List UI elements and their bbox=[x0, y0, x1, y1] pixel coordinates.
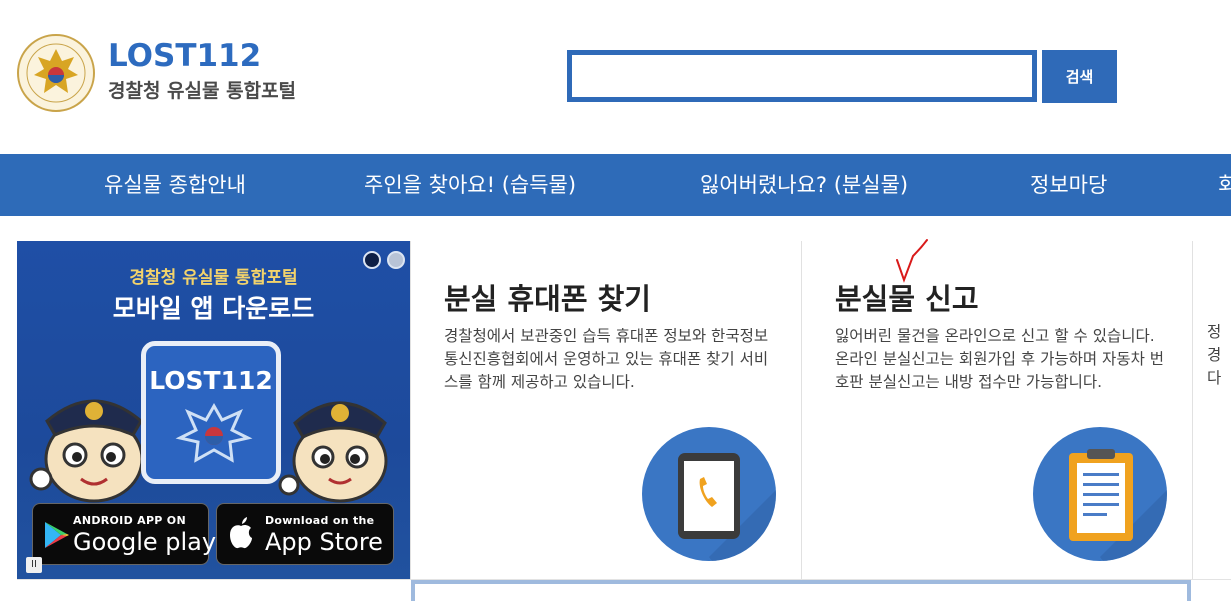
google-play-badge[interactable]: ANDROID APP ON Google play bbox=[32, 503, 216, 565]
card-partial-line: 다 bbox=[1207, 369, 1222, 387]
card-partial-line: 경 bbox=[1207, 346, 1222, 364]
clipboard-icon[interactable] bbox=[1033, 427, 1167, 561]
card-description: 잃어버린 물건을 온라인으로 신고 할 수 있습니다. 온라인 분실신고는 회원… bbox=[835, 327, 1165, 391]
card-partial-text: 정 경 다 bbox=[1207, 321, 1221, 390]
main-nav: 유실물 종합안내 주인을 찾아요! (습득물) 잃어버렸나요? (분실물) 정보… bbox=[0, 154, 1231, 216]
eagle-emblem-icon bbox=[175, 402, 253, 463]
app-store-badge[interactable]: Download on the App Store bbox=[216, 503, 394, 565]
app-tile-name: LOST112 bbox=[149, 366, 273, 395]
page: LOST112 경찰청 유실물 통합포털 검색 유실물 종합안내 주인을 찾아요… bbox=[0, 0, 1231, 601]
card-title[interactable]: 분실 휴대폰 찾기 bbox=[444, 276, 651, 318]
slider-pause-button[interactable]: II bbox=[26, 557, 42, 573]
nav-item-partial[interactable]: 회 bbox=[1218, 154, 1231, 216]
police-mascot-left-icon bbox=[29, 399, 144, 503]
app-store-big: App Store bbox=[265, 528, 383, 556]
lost112-app-tile: LOST112 bbox=[141, 341, 281, 484]
google-play-icon bbox=[45, 522, 69, 548]
header: LOST112 경찰청 유실물 통합포털 검색 bbox=[0, 0, 1231, 154]
nav-item-info[interactable]: 정보마당 bbox=[1030, 154, 1107, 216]
phone-icon[interactable] bbox=[642, 427, 776, 561]
logo-title[interactable]: LOST112 bbox=[108, 38, 261, 74]
nav-item-found-items[interactable]: 주인을 찾아요! (습득물) bbox=[364, 154, 576, 216]
card-phone-search[interactable]: 분실 휴대폰 찾기 경찰청에서 보관중인 습득 휴대폰 정보와 한국정보통신진흥… bbox=[410, 241, 802, 579]
search-input[interactable] bbox=[567, 50, 1037, 102]
bottom-section-box bbox=[411, 580, 1191, 601]
red-check-mark-icon bbox=[896, 239, 928, 283]
police-emblem-icon[interactable] bbox=[16, 33, 98, 113]
card-partial-line: 정 bbox=[1207, 323, 1222, 341]
search-button[interactable]: 검색 bbox=[1042, 50, 1117, 103]
banner-line2: 모바일 앱 다운로드 bbox=[112, 294, 315, 323]
logo-subtitle[interactable]: 경찰청 유실물 통합포털 bbox=[108, 76, 296, 103]
apple-icon bbox=[230, 517, 252, 549]
card-description: 경찰청에서 보관중인 습득 휴대폰 정보와 한국정보통신진흥협회에서 운영하고 … bbox=[444, 327, 769, 391]
google-play-small: ANDROID APP ON bbox=[73, 514, 186, 527]
banner-line1: 경찰청 유실물 통합포털 bbox=[129, 268, 298, 288]
card-lost-report[interactable]: 분실물 신고 잃어버린 물건을 온라인으로 신고 할 수 있습니다. 온라인 분… bbox=[801, 241, 1193, 579]
nav-item-lost-reports[interactable]: 잃어버렸나요? (분실물) bbox=[700, 154, 908, 216]
google-play-big: Google play bbox=[73, 528, 217, 556]
card-partial[interactable]: 정 경 다 bbox=[1192, 241, 1231, 579]
nav-item-lost-items-guide[interactable]: 유실물 종합안내 bbox=[104, 154, 246, 216]
app-store-small: Download on the bbox=[265, 514, 375, 527]
police-mascot-right-icon bbox=[278, 401, 388, 503]
app-download-banner[interactable]: 경찰청 유실물 통합포털 모바일 앱 다운로드 LOST112 ANDROID … bbox=[17, 241, 410, 579]
